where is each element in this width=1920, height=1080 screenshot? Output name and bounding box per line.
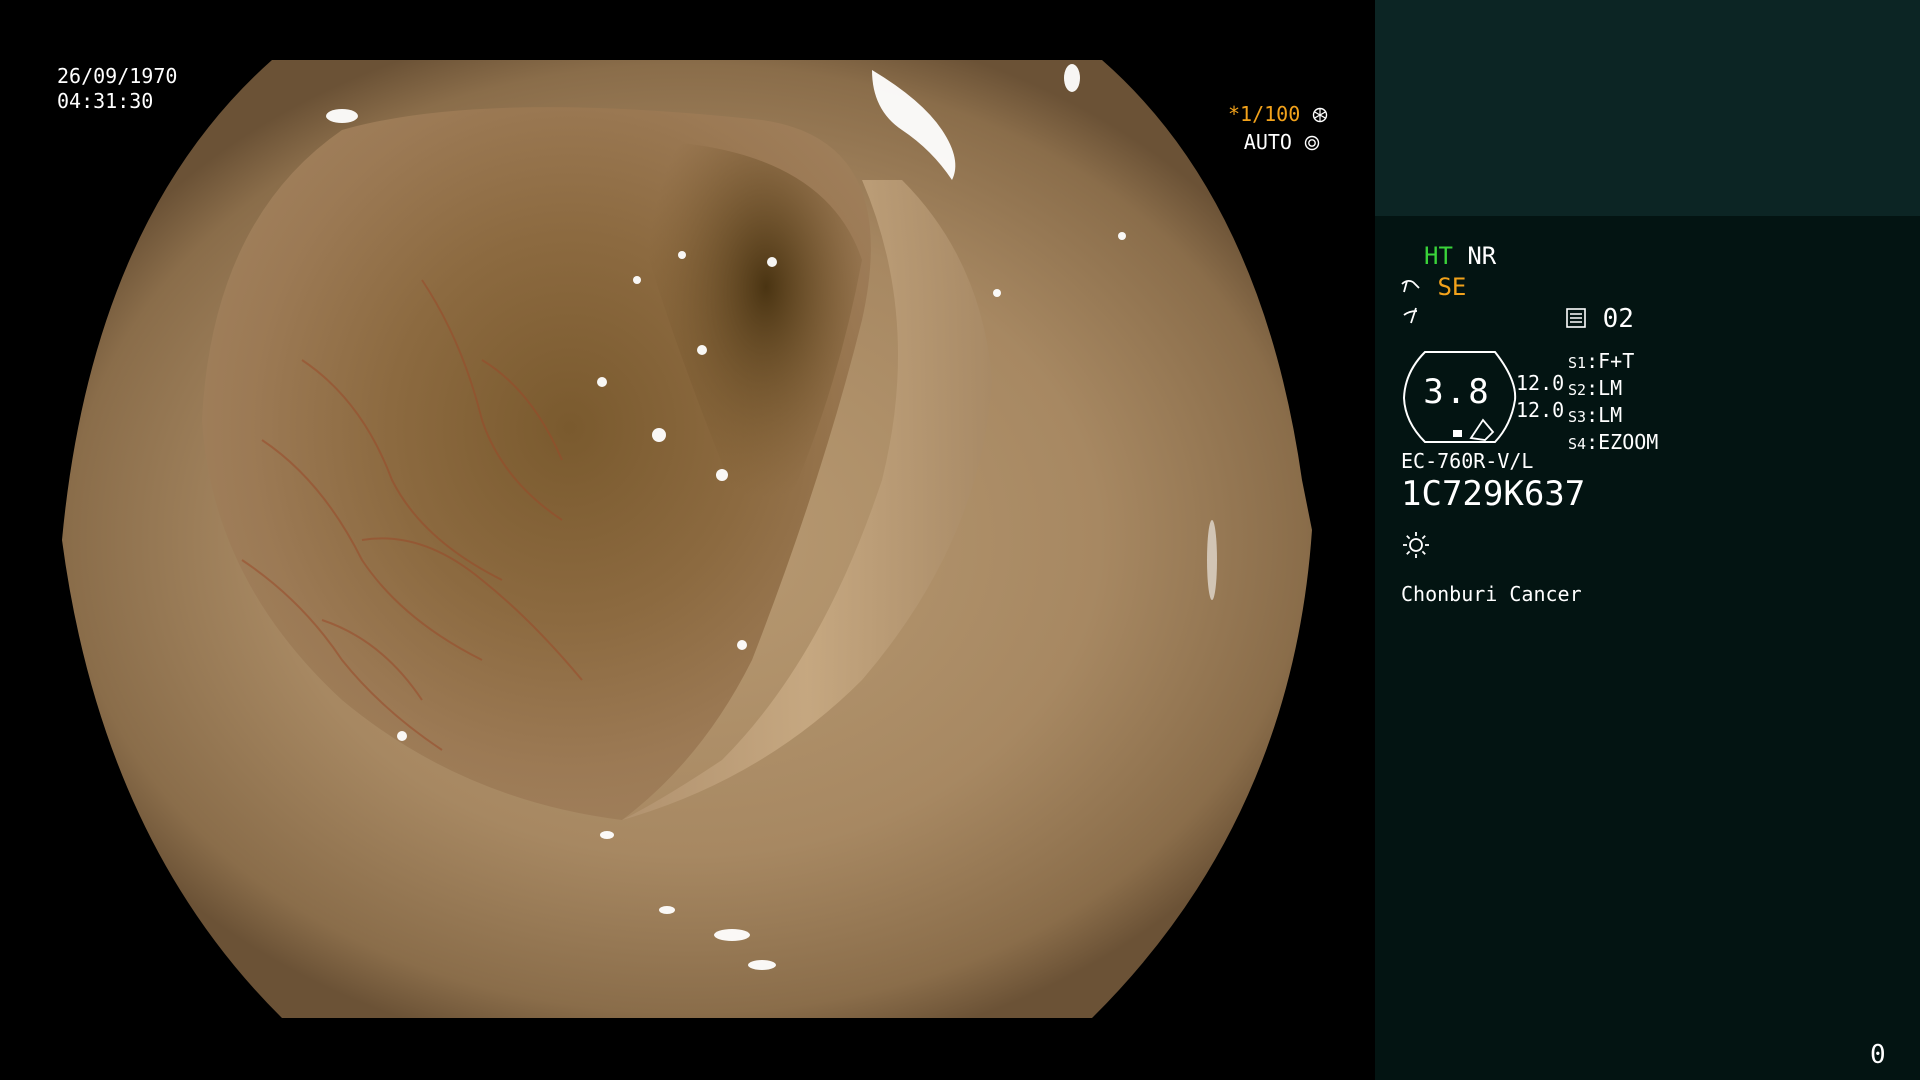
switch-item: S4:EZOOM	[1568, 430, 1659, 454]
patient-info-box	[1375, 0, 1920, 216]
iris-icon	[1304, 130, 1320, 154]
hospital-name: Chonburi Cancer	[1401, 582, 1582, 606]
image-counter: 0	[1870, 1040, 1886, 1070]
structure-enhance-icon	[1401, 273, 1437, 301]
iris-row: AUTO	[1228, 128, 1320, 156]
switch-key: S3	[1568, 408, 1587, 426]
endoscope-video-area: 26/09/1970 04:31:30 *1/100 AUTO	[0, 0, 1375, 1080]
gauge-value: 3.8	[1423, 372, 1491, 412]
memory-card-icon	[1565, 304, 1603, 334]
memory-row: 02	[1565, 304, 1634, 334]
endoscopic-image	[62, 60, 1312, 1018]
exam-datetime: 26/09/1970 04:31:30	[57, 64, 177, 114]
switch-value: LM	[1598, 376, 1623, 400]
ht-label: HT	[1424, 242, 1453, 270]
switch-key: S2	[1568, 381, 1587, 399]
gauge-bottom-value: 12.0	[1516, 398, 1565, 422]
exam-date: 26/09/1970	[57, 64, 178, 88]
switch-value: EZOOM	[1598, 430, 1659, 454]
info-panel: HT NR SE 02 3.8 12.0 12.0 S1:F+T S2:LM S…	[1375, 0, 1920, 1080]
switch-key: S4	[1568, 435, 1587, 453]
shutter-info: *1/100 AUTO	[1228, 100, 1328, 156]
gauge-top-value: 12.0	[1516, 371, 1565, 395]
memory-value: 02	[1602, 304, 1634, 334]
aperture-icon	[1312, 102, 1328, 126]
switch-key: S1	[1568, 354, 1587, 372]
shutter-star: *	[1228, 102, 1241, 126]
scope-serial: 1C729K637	[1401, 474, 1586, 514]
light-sun-icon	[1401, 530, 1431, 564]
switch-item: S3:LM	[1568, 403, 1623, 427]
switch-list: S1:F+T S2:LM S3:LM S4:EZOOM	[1568, 349, 1658, 457]
scope-model: EC-760R-V/L	[1401, 449, 1534, 473]
shutter-row: *1/100	[1228, 100, 1328, 128]
switch-item: S1:F+T	[1568, 349, 1635, 373]
enhancement-row: HT NR	[1424, 242, 1496, 270]
color-mode-icon	[1401, 305, 1423, 333]
exam-time: 04:31:30	[57, 89, 154, 113]
nr-label: NR	[1467, 242, 1497, 270]
switch-item: S2:LM	[1568, 376, 1623, 400]
iris-mode: AUTO	[1243, 130, 1292, 154]
se-label: SE	[1437, 273, 1467, 301]
switch-value: LM	[1598, 403, 1623, 427]
switch-value: F+T	[1598, 349, 1635, 373]
shutter-value: 1/100	[1240, 102, 1301, 126]
se-row: SE	[1401, 273, 1466, 301]
